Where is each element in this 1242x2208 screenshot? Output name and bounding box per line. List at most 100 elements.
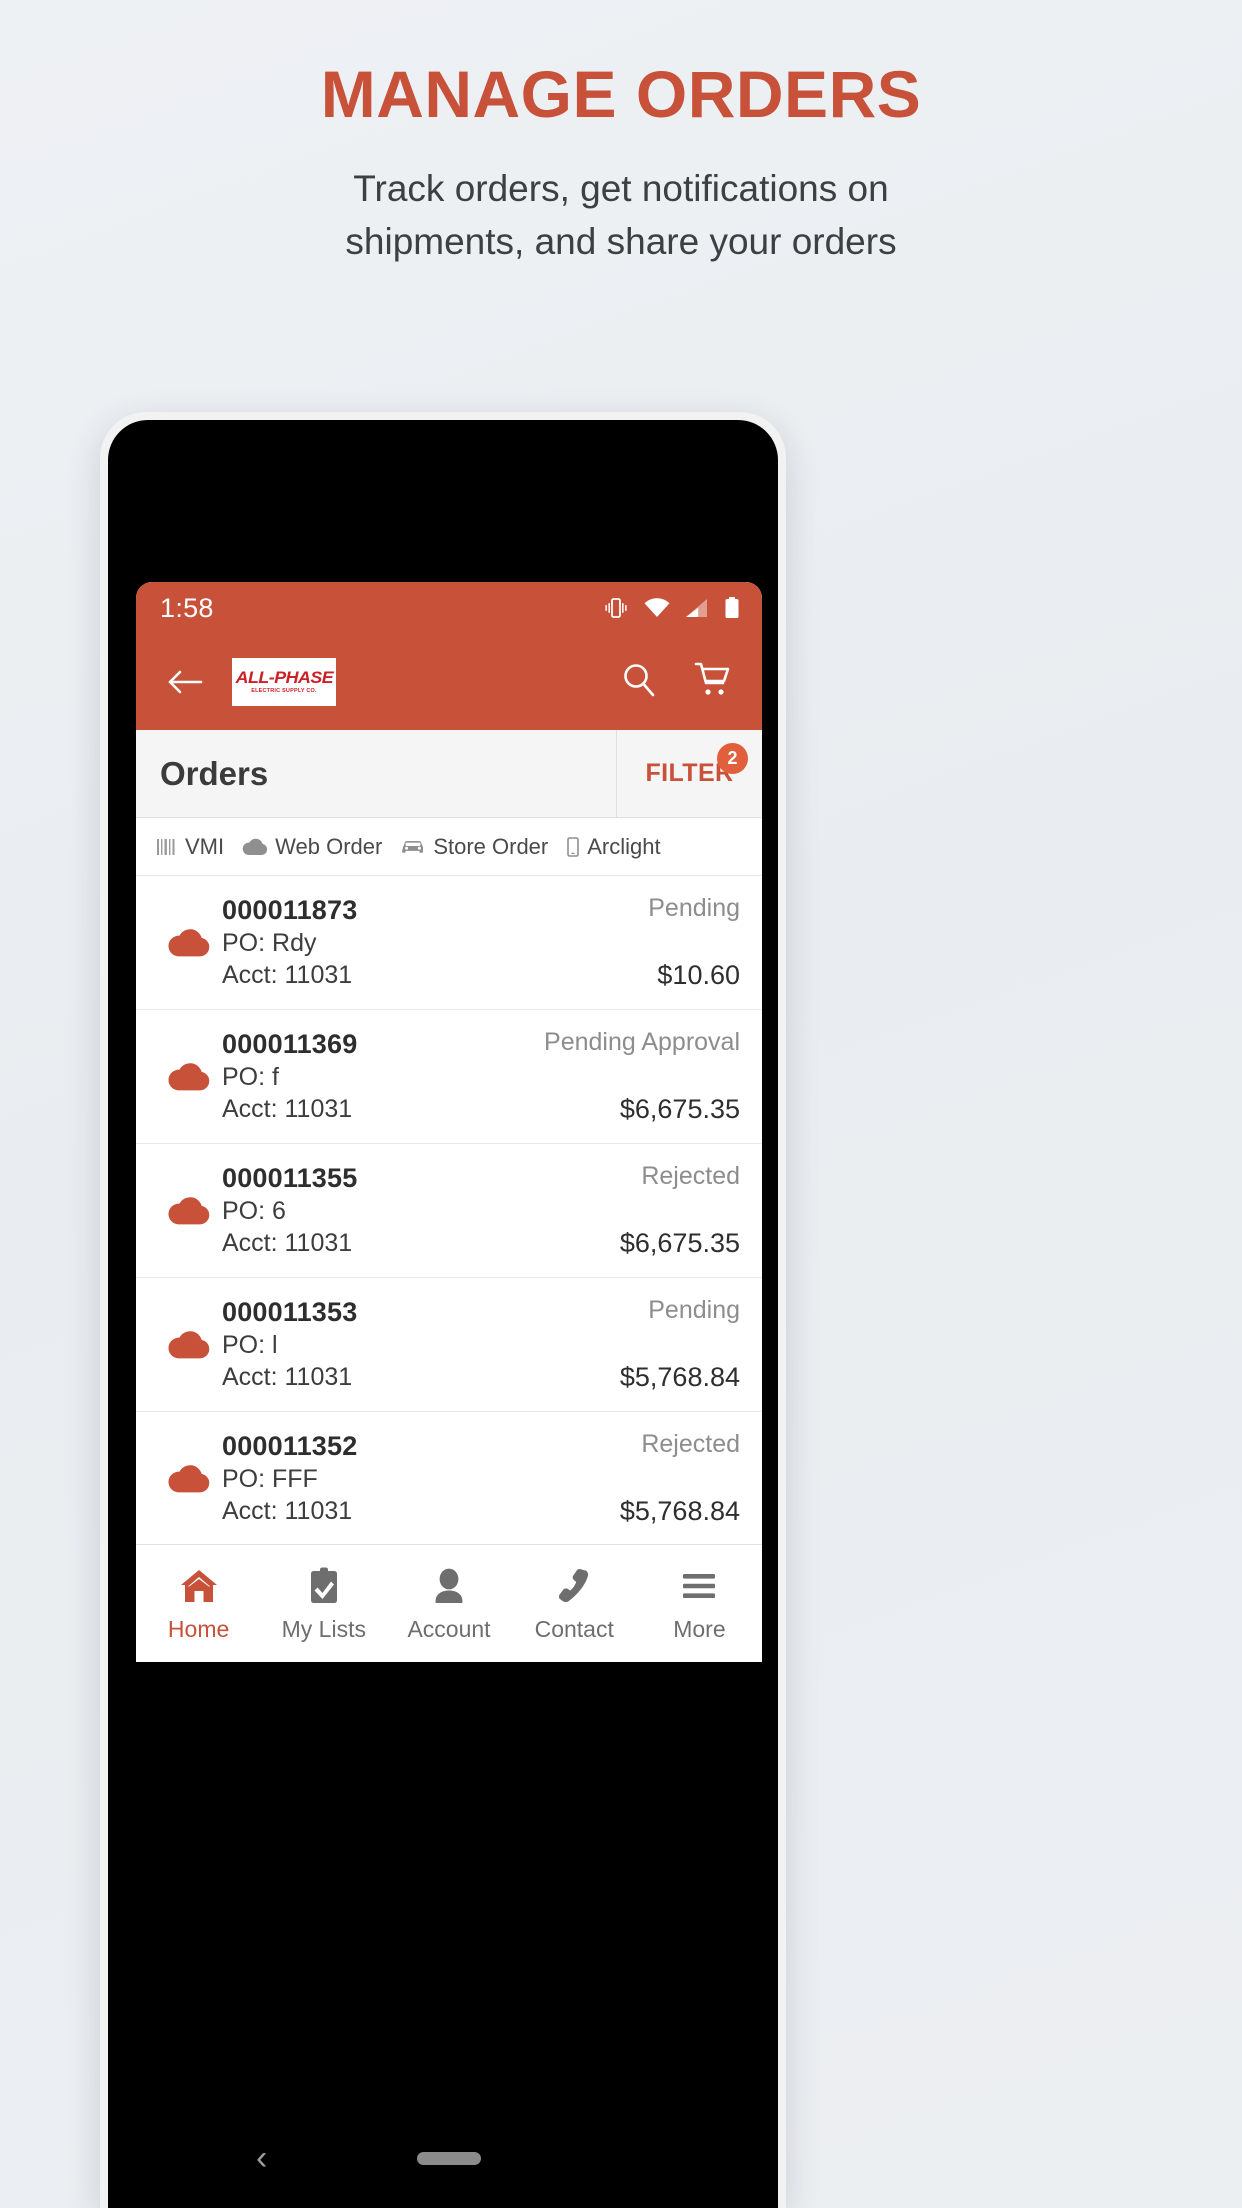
order-po: PO: FFF [222,1465,318,1493]
status-badge: Rejected [641,1162,740,1190]
legend-label-web-order: Web Order [275,833,383,859]
order-details: 000011369 PO: f Acct: 11031 [222,1026,544,1127]
allphase-logo[interactable]: ALL-PHASE ELECTRIC SUPPLY CO. [232,658,336,706]
nav-item-my-lists[interactable]: My Lists [261,1565,386,1643]
nav-label-my-lists: My Lists [281,1615,366,1642]
nav-item-home[interactable]: Home [136,1565,261,1643]
status-badge: Pending [648,894,740,922]
table-row[interactable]: 000011352 PO: FFF Acct: 11031 Rejected $… [136,1412,762,1544]
logo-primary-text: ALL-PHASE [235,668,333,688]
orders-list[interactable]: 000011873 PO: Rdy Acct: 11031 Pending $1… [136,876,762,1544]
cellular-signal-icon [685,598,709,618]
cloud-icon [156,1294,222,1395]
order-amount: $10.60 [657,960,740,990]
car-icon [400,838,426,856]
order-number: 000011352 [222,1431,358,1461]
order-amount: $6,675.35 [619,1094,740,1124]
hamburger-menu-icon [680,1565,718,1607]
order-summary: Pending $5,768.84 [620,1294,740,1395]
person-icon [432,1565,466,1607]
back-button[interactable] [160,657,210,707]
status-bar-clock: 1:58 [160,592,214,623]
logo-secondary-text: ELECTRIC SUPPLY CO. [251,688,317,695]
order-account: Acct: 11031 [222,1095,353,1123]
phone-bezel: 1:58 ALL-PHASE ELECTRIC SUPPLY CO. Order… [108,420,778,2208]
nav-label-contact: Contact [534,1615,614,1642]
order-account: Acct: 11031 [222,1363,353,1391]
order-type-legend: VMI Web Order Store Order Arclight [136,818,762,876]
order-details: 000011873 PO: Rdy Acct: 11031 [222,892,648,993]
filter-count-badge: 2 [717,743,748,774]
android-system-nav: ‹ [136,2108,762,2208]
order-amount: $6,675.35 [619,1228,740,1258]
order-account: Acct: 11031 [222,1497,353,1525]
table-row[interactable]: 000011369 PO: f Acct: 11031 Pending Appr… [136,1010,762,1144]
cart-icon[interactable] [692,661,732,704]
nav-label-account: Account [407,1615,491,1642]
order-po: PO: f [222,1063,279,1091]
app-screen: 1:58 ALL-PHASE ELECTRIC SUPPLY CO. Order… [136,582,762,1662]
legend-label-arclight: Arclight [587,833,661,859]
mobile-phone-icon [566,836,580,857]
order-details: 000011353 PO: l Acct: 11031 [222,1294,620,1395]
status-badge: Pending [648,1296,740,1324]
table-row[interactable]: 000011873 PO: Rdy Acct: 11031 Pending $1… [136,876,762,1010]
legend-label-vmi: VMI [185,833,225,859]
wifi-icon [644,598,670,618]
order-details: 000011352 PO: FFF Acct: 11031 [222,1428,620,1529]
cloud-icon [242,838,268,856]
page-title: MANAGE ORDERS [320,57,922,131]
order-number: 000011873 [222,895,358,925]
order-number: 000011353 [222,1297,358,1327]
promo-subtitle-line-1: Track orders, get notifications on [353,168,889,210]
table-row[interactable]: 000011355 PO: 6 Acct: 11031 Rejected $6,… [136,1144,762,1278]
status-badge: Pending Approval [544,1028,740,1056]
nav-item-account[interactable]: Account [386,1565,511,1643]
order-amount: $5,768.84 [619,1362,740,1392]
status-bar: 1:58 [136,582,762,634]
legend-label-store-order: Store Order [433,833,549,859]
barcode-icon [156,837,178,857]
promo-header: MANAGE ORDERS Track orders, get notifica… [0,0,1242,268]
system-home-pill[interactable] [417,2151,481,2165]
phone-icon [557,1565,591,1607]
order-account: Acct: 11031 [222,1229,353,1257]
nav-item-more[interactable]: More [637,1565,762,1643]
order-summary: Pending Approval $6,675.35 [544,1026,740,1127]
order-number: 000011355 [222,1163,358,1193]
order-details: 000011355 PO: 6 Acct: 11031 [222,1160,620,1261]
orders-header-bar: Orders FILTER 2 [136,730,762,818]
nav-label-home: Home [167,1615,230,1642]
cloud-icon [156,1026,222,1127]
legend-item-store-order: Store Order [400,834,548,860]
status-bar-icons [603,597,740,619]
vibrate-icon [603,597,629,619]
filter-button[interactable]: FILTER 2 [616,730,762,817]
phone-mockup: 1:58 ALL-PHASE ELECTRIC SUPPLY CO. Order… [100,412,786,2208]
order-account: Acct: 11031 [222,961,353,989]
cloud-icon [156,1160,222,1261]
orders-title: Orders [160,754,269,792]
promo-subtitle: Track orders, get notifications on shipm… [0,163,1242,268]
system-back-icon[interactable]: ‹ [256,2141,267,2175]
orders-title-area: Orders [136,730,616,817]
order-po: PO: 6 [222,1197,286,1225]
order-number: 000011369 [222,1029,358,1059]
status-badge: Rejected [641,1430,740,1458]
bottom-navigation: Home My Lists Account Contact More [136,1544,762,1662]
legend-item-web-order: Web Order [242,834,382,860]
battery-icon [724,597,740,619]
promo-subtitle-line-2: shipments, and share your orders [345,220,897,262]
cloud-icon [156,892,222,993]
nav-label-more: More [673,1615,726,1642]
app-bar: ALL-PHASE ELECTRIC SUPPLY CO. [136,634,762,730]
app-bar-actions [620,661,738,704]
search-icon[interactable] [620,661,658,704]
legend-item-arclight: Arclight [566,833,661,860]
cloud-icon [156,1428,222,1529]
clipboard-check-icon [309,1565,339,1607]
nav-item-contact[interactable]: Contact [512,1565,637,1643]
order-po: PO: l [222,1331,278,1359]
legend-item-vmi: VMI [156,834,224,860]
table-row[interactable]: 000011353 PO: l Acct: 11031 Pending $5,7… [136,1278,762,1412]
